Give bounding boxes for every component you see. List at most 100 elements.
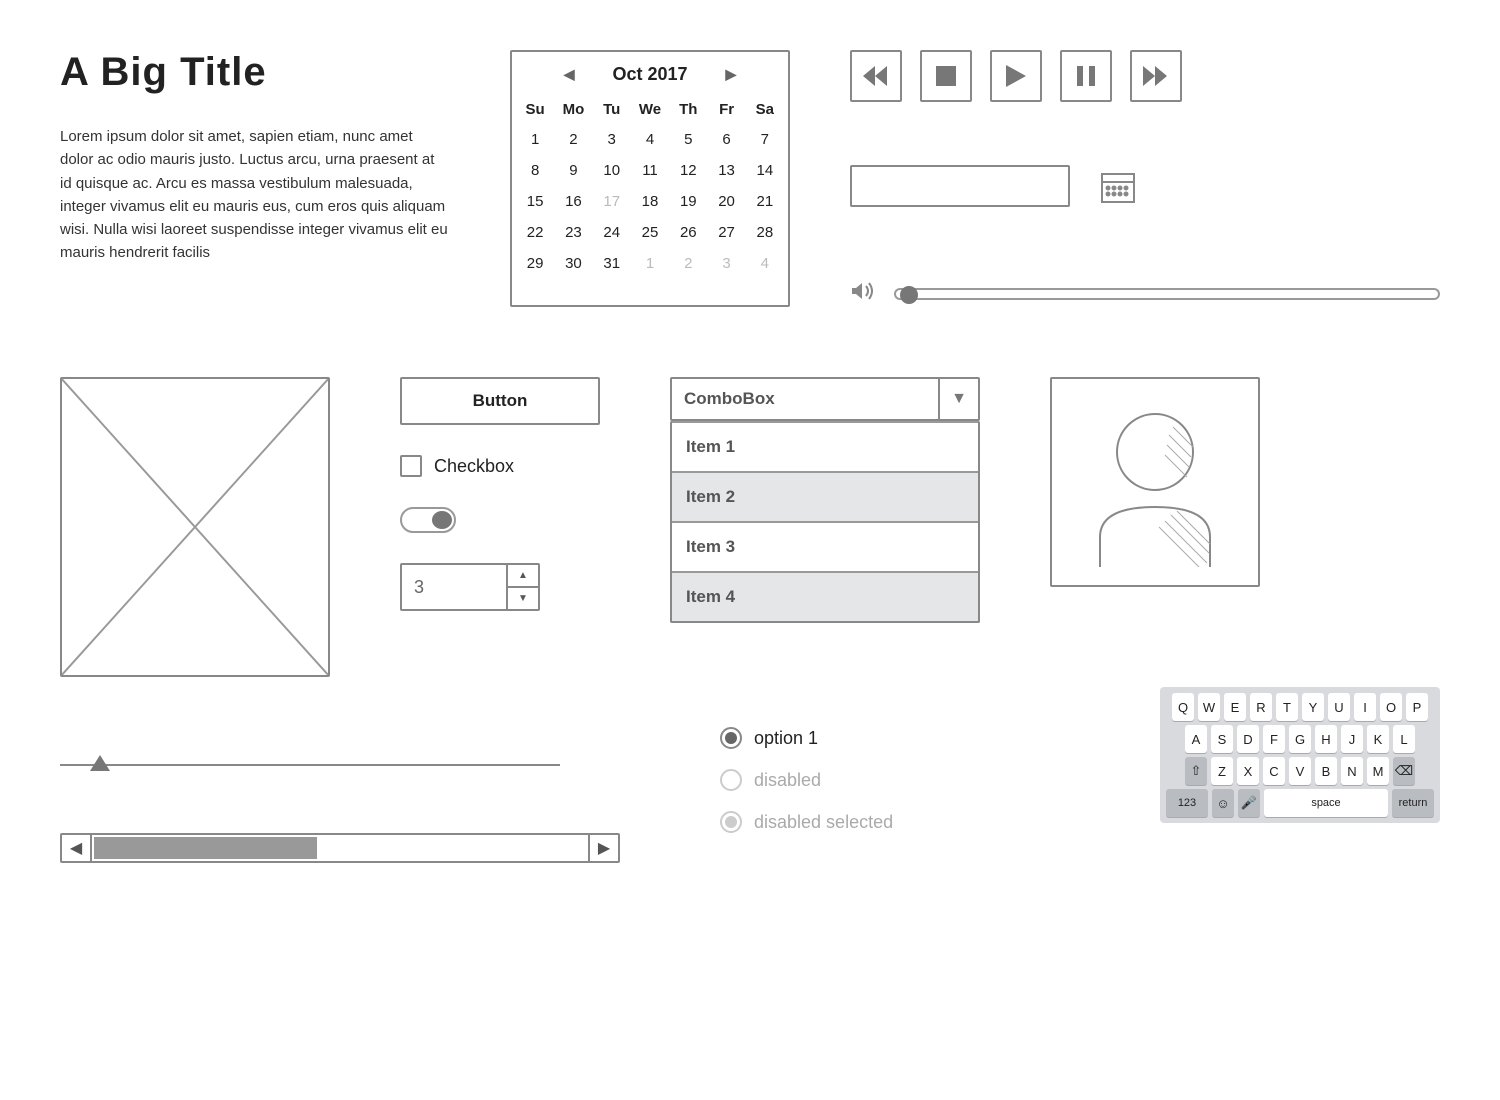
key-a[interactable]: A (1185, 725, 1207, 753)
calendar-day[interactable]: 7 (746, 124, 784, 155)
key-r[interactable]: R (1250, 693, 1272, 721)
key-k[interactable]: K (1367, 725, 1389, 753)
pause-button[interactable] (1060, 50, 1112, 102)
calendar-day[interactable]: 8 (516, 155, 554, 186)
numeric-stepper[interactable]: 3 ▲ ▼ (400, 563, 540, 611)
key-space[interactable]: space (1264, 789, 1388, 817)
key-u[interactable]: U (1328, 693, 1350, 721)
checkbox[interactable] (400, 455, 422, 477)
button[interactable]: Button (400, 377, 600, 425)
scroll-right-button[interactable]: ▶ (590, 835, 618, 861)
key-return[interactable]: return (1392, 789, 1434, 817)
calendar-day[interactable]: 20 (707, 186, 745, 217)
calendar-day[interactable]: 19 (669, 186, 707, 217)
calendar-day[interactable]: 6 (707, 124, 745, 155)
calendar-dow: Th (669, 95, 707, 124)
key-z[interactable]: Z (1211, 757, 1233, 785)
calendar-day[interactable]: 26 (669, 217, 707, 248)
play-button[interactable] (990, 50, 1042, 102)
calendar-day[interactable]: 11 (631, 155, 669, 186)
key-shift[interactable]: ⇧ (1185, 757, 1207, 785)
key-backspace[interactable]: ⌫ (1393, 757, 1415, 785)
key-e[interactable]: E (1224, 693, 1246, 721)
calendar-day[interactable]: 9 (554, 155, 592, 186)
key-mic[interactable]: 🎤 (1238, 789, 1260, 817)
rewind-button[interactable] (850, 50, 902, 102)
scroll-thumb[interactable] (94, 837, 317, 859)
calendar-day[interactable]: 25 (631, 217, 669, 248)
calendar-day[interactable]: 27 (707, 217, 745, 248)
calendar-dow: Su (516, 95, 554, 124)
horizontal-scrollbar[interactable]: ◀ ▶ (60, 833, 620, 863)
key-g[interactable]: G (1289, 725, 1311, 753)
key-l[interactable]: L (1393, 725, 1415, 753)
radio-option-1[interactable]: option 1 (720, 727, 893, 749)
list-item[interactable]: Item 4 (672, 571, 978, 621)
radio-label: option 1 (754, 728, 818, 749)
key-x[interactable]: X (1237, 757, 1259, 785)
key-y[interactable]: Y (1302, 693, 1324, 721)
calendar-day[interactable]: 23 (554, 217, 592, 248)
key-c[interactable]: C (1263, 757, 1285, 785)
calendar-icon[interactable] (1094, 162, 1142, 210)
key-123[interactable]: 123 (1166, 789, 1208, 817)
stop-button[interactable] (920, 50, 972, 102)
key-o[interactable]: O (1380, 693, 1402, 721)
key-s[interactable]: S (1211, 725, 1233, 753)
calendar-day[interactable]: 13 (707, 155, 745, 186)
calendar-prev-button[interactable]: ◀ (556, 66, 583, 83)
key-q[interactable]: Q (1172, 693, 1194, 721)
key-h[interactable]: H (1315, 725, 1337, 753)
calendar-next-button[interactable]: ▶ (718, 66, 745, 83)
stepper-up-button[interactable]: ▲ (508, 565, 538, 588)
calendar-day[interactable]: 29 (516, 248, 554, 279)
calendar-day[interactable]: 21 (746, 186, 784, 217)
calendar-day: 4 (746, 248, 784, 279)
calendar-day[interactable]: 31 (593, 248, 631, 279)
calendar-day[interactable]: 14 (746, 155, 784, 186)
fast-forward-button[interactable] (1130, 50, 1182, 102)
calendar-day[interactable]: 15 (516, 186, 554, 217)
scroll-track[interactable] (90, 835, 590, 861)
calendar-day[interactable]: 22 (516, 217, 554, 248)
calendar-day[interactable]: 2 (554, 124, 592, 155)
key-d[interactable]: D (1237, 725, 1259, 753)
list-item[interactable]: Item 3 (672, 521, 978, 571)
list-item[interactable]: Item 1 (672, 421, 978, 471)
combobox[interactable]: ComboBox ▼ (670, 377, 980, 421)
calendar-day[interactable]: 18 (631, 186, 669, 217)
slider-thumb[interactable] (90, 755, 110, 771)
stepper-down-button[interactable]: ▼ (508, 588, 538, 609)
scroll-left-button[interactable]: ◀ (62, 835, 90, 861)
calendar[interactable]: ◀ Oct 2017 ▶ SuMoTuWeThFrSa 123456789101… (510, 50, 790, 307)
key-v[interactable]: V (1289, 757, 1311, 785)
date-input[interactable] (850, 165, 1070, 207)
key-w[interactable]: W (1198, 693, 1220, 721)
volume-slider[interactable] (894, 288, 1440, 300)
key-b[interactable]: B (1315, 757, 1337, 785)
toggle-switch[interactable] (400, 507, 456, 533)
calendar-day[interactable]: 30 (554, 248, 592, 279)
key-p[interactable]: P (1406, 693, 1428, 721)
key-t[interactable]: T (1276, 693, 1298, 721)
horizontal-slider[interactable] (60, 757, 560, 773)
key-f[interactable]: F (1263, 725, 1285, 753)
list-item[interactable]: Item 2 (672, 471, 978, 521)
key-m[interactable]: M (1367, 757, 1389, 785)
calendar-day[interactable]: 24 (593, 217, 631, 248)
calendar-day[interactable]: 16 (554, 186, 592, 217)
calendar-day[interactable]: 4 (631, 124, 669, 155)
calendar-day[interactable]: 12 (669, 155, 707, 186)
calendar-day[interactable]: 10 (593, 155, 631, 186)
calendar-day[interactable]: 1 (516, 124, 554, 155)
calendar-day[interactable]: 3 (593, 124, 631, 155)
calendar-day[interactable]: 5 (669, 124, 707, 155)
on-screen-keyboard[interactable]: QWERTYUIOP ASDFGHJKL ⇧ZXCVBNM⌫ 123 ☺ 🎤 s… (1160, 687, 1440, 823)
key-emoji[interactable]: ☺ (1212, 789, 1234, 817)
key-n[interactable]: N (1341, 757, 1363, 785)
key-i[interactable]: I (1354, 693, 1376, 721)
calendar-day[interactable]: 28 (746, 217, 784, 248)
volume-slider-thumb[interactable] (900, 286, 918, 304)
key-j[interactable]: J (1341, 725, 1363, 753)
listbox[interactable]: Item 1Item 2Item 3Item 4 (670, 421, 980, 623)
